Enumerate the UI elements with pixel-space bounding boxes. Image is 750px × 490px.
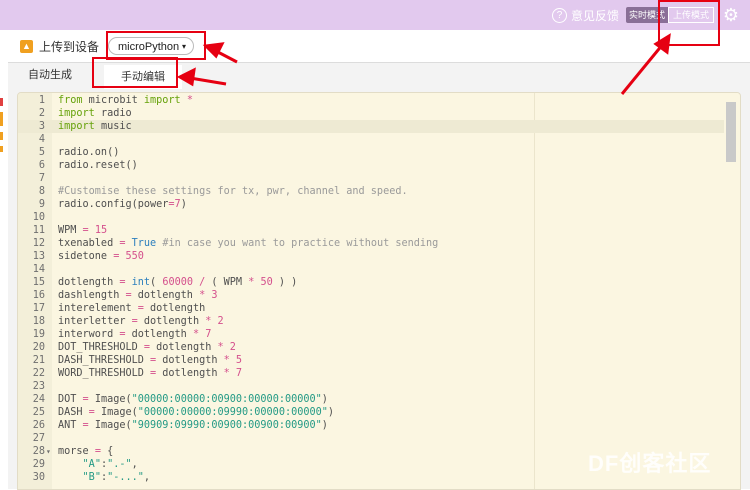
annotation-arrows	[176, 33, 671, 95]
annotation-arrow-2	[189, 76, 227, 86]
annotation-arrow-2-head	[176, 67, 196, 87]
annotation-arrow-3	[620, 43, 665, 95]
